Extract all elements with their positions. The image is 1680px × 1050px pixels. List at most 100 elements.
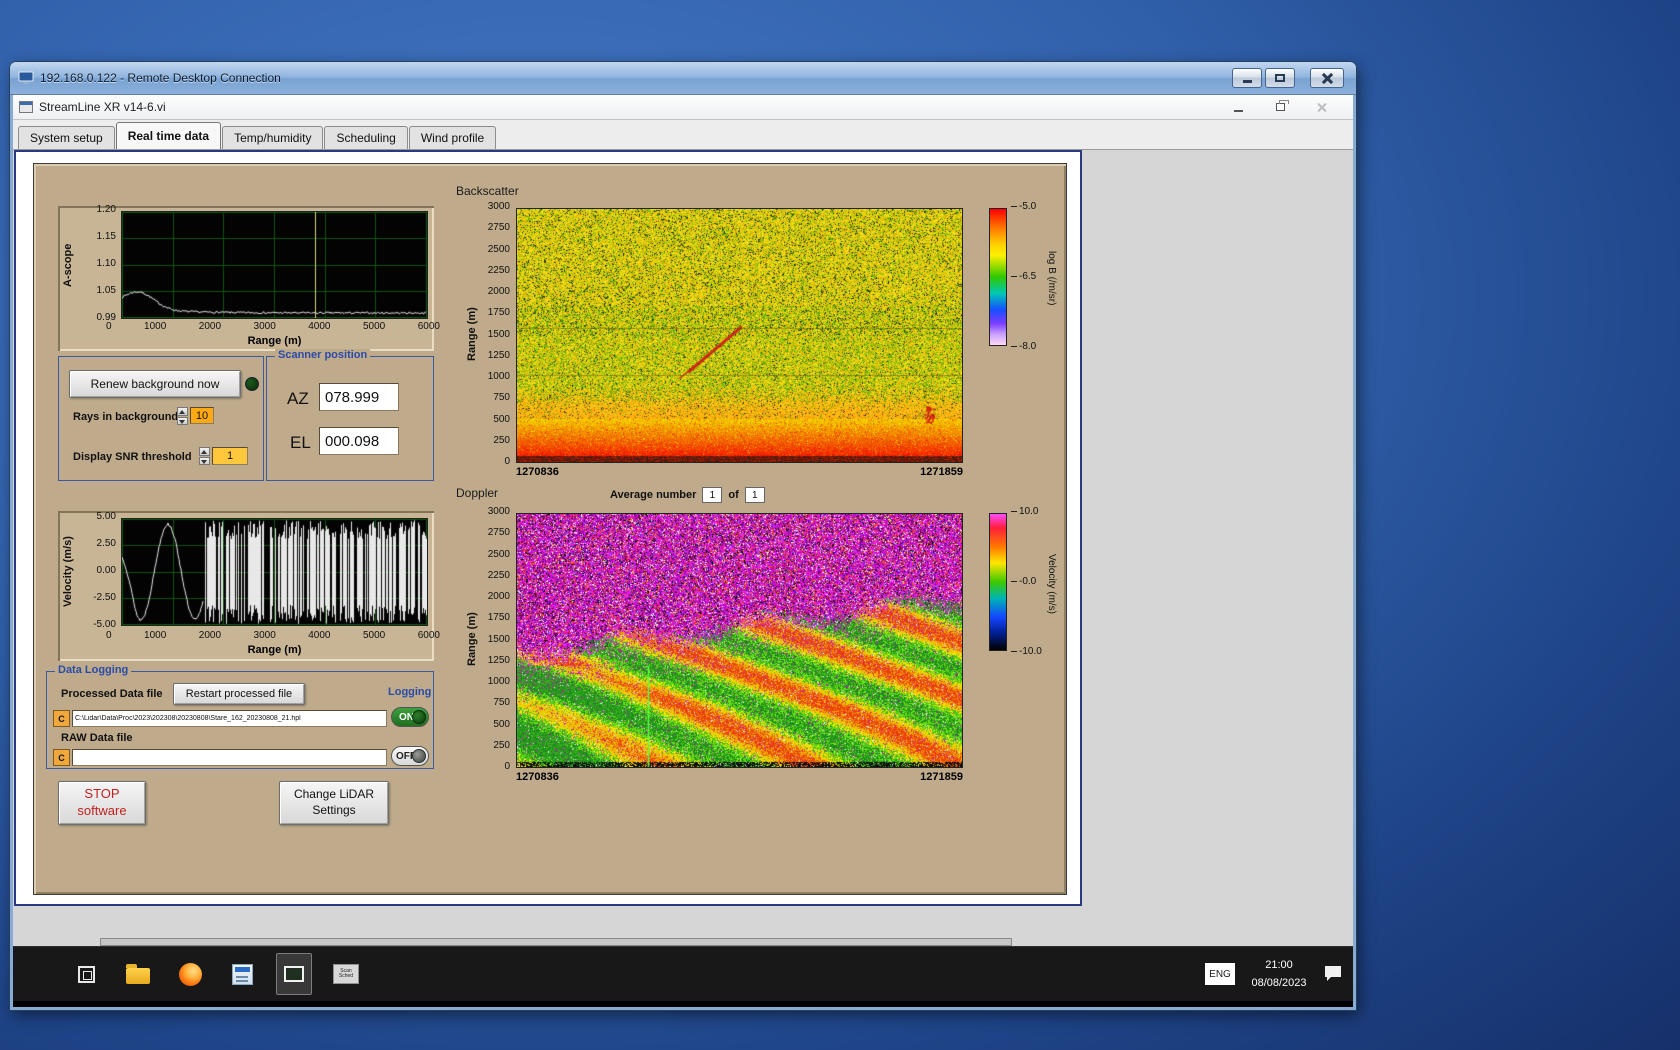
tick-label: 5.00 — [96, 511, 116, 522]
tick-label: 1000 — [144, 321, 167, 332]
drive-icon[interactable]: C — [53, 749, 70, 766]
firefox-icon[interactable] — [172, 953, 208, 995]
tick-label: 10.0 — [1011, 507, 1042, 517]
azimuth-field[interactable] — [319, 383, 399, 411]
backscatter-colorbar — [989, 208, 1007, 346]
ascope-x-axis-label: Range (m) — [247, 335, 302, 347]
app-close-button[interactable] — [1311, 99, 1333, 115]
tab-real-time-data[interactable]: Real time data — [115, 122, 222, 149]
front-panel: A-scope 1.20 1.15 1.10 1.05 0.99 0 1000 2000 30… — [33, 163, 1067, 895]
rays-in-background-field[interactable] — [190, 407, 214, 424]
snr-spinner[interactable] — [199, 447, 210, 465]
renew-background-button[interactable]: Renew background now — [69, 370, 241, 398]
elevation-field[interactable] — [319, 427, 399, 455]
increment-icon[interactable] — [199, 447, 210, 456]
tick-label: 4000 — [308, 321, 331, 332]
doppler-title: Doppler — [456, 486, 499, 500]
tab-system-setup[interactable]: System setup — [18, 126, 115, 149]
tick-label: -8.0 — [1011, 342, 1036, 352]
language-indicator[interactable]: ENG — [1205, 963, 1235, 985]
tick-label: 0 — [106, 321, 112, 332]
doppler-colorbar — [989, 513, 1007, 651]
app-icon — [19, 101, 33, 113]
ascope-y-axis-label: A-scope — [62, 243, 74, 287]
drive-icon[interactable]: C — [53, 710, 70, 727]
scanner-position-title: Scanner position — [275, 349, 371, 361]
app-icon-blue[interactable] — [224, 953, 260, 995]
tick-label: 500 — [493, 718, 510, 730]
scan-scheduler-icon[interactable]: Scan Sched — [328, 953, 364, 995]
tick-label: 1000 — [487, 371, 510, 382]
tick-label: -5.00 — [93, 619, 116, 630]
decrement-icon[interactable] — [177, 416, 188, 425]
rdp-minimize-button[interactable] — [1232, 68, 1262, 88]
app-restore-button[interactable] — [1269, 99, 1291, 115]
velocity-y-axis-label: Velocity (m/s) — [62, 536, 74, 608]
stop-software-button[interactable]: STOP software — [58, 781, 146, 825]
tab-wind-profile[interactable]: Wind profile — [408, 126, 497, 149]
chat-bubble-icon — [1325, 966, 1341, 981]
tick-label: 1500 — [487, 328, 510, 340]
minimize-icon — [1242, 80, 1252, 83]
tick-label: 5000 — [362, 630, 386, 641]
processed-logging-toggle[interactable]: ON — [391, 707, 429, 727]
tick-label: 0 — [106, 630, 112, 641]
rdp-titlebar[interactable]: 192.168.0.122 - Remote Desktop Connectio… — [10, 62, 1356, 95]
doppler-y-ticks: 3000 2750 2500 2250 2000 1750 1500 1250 1000 750 5… — [476, 507, 510, 772]
tick-label: 2750 — [487, 222, 510, 234]
tick-label: 0 — [504, 761, 510, 772]
app-window-title: StreamLine XR v14-6.vi — [39, 100, 166, 114]
decrement-icon[interactable] — [199, 456, 210, 465]
average-number-field[interactable]: 1 — [702, 487, 723, 503]
remote-desktop-screen: StreamLine XR v14-6.vi System setup Real … — [13, 95, 1353, 1007]
processed-file-path-field[interactable] — [72, 710, 387, 727]
app-window-glyph — [284, 966, 304, 982]
rdp-maximize-button[interactable] — [1265, 68, 1295, 88]
notification-icon[interactable] — [1323, 964, 1343, 987]
change-lidar-settings-button[interactable]: Change LiDAR Settings — [279, 781, 389, 825]
toggle-knob — [412, 749, 426, 763]
tick-label: 2250 — [487, 569, 510, 581]
background-controls-group: Renew background now Rays in background … — [58, 356, 264, 481]
task-view-icon[interactable] — [68, 953, 104, 995]
backscatter-title: Backscatter — [456, 184, 519, 198]
tick-label: 3000 — [253, 321, 276, 332]
doppler-colorbar-label: Velocity (m/s) — [1046, 553, 1057, 614]
raw-file-path-field[interactable] — [72, 749, 387, 766]
tick-label: 250 — [493, 434, 510, 446]
tick-label: 6000 — [417, 321, 440, 332]
tick-label: 1250 — [487, 654, 510, 666]
tick-label: 1000 — [487, 676, 510, 687]
tick-label: 750 — [493, 392, 510, 404]
taskbar-clock[interactable]: 21:00 08/08/2023 — [1243, 957, 1315, 992]
raw-logging-toggle[interactable]: OFF — [391, 746, 429, 766]
restore-icon — [1275, 100, 1289, 111]
tick-label: 2500 — [487, 548, 510, 560]
increment-icon[interactable] — [177, 407, 188, 416]
restart-processed-file-button[interactable]: Restart processed file — [173, 683, 305, 705]
average-total-field[interactable]: 1 — [744, 487, 765, 503]
background-led-indicator — [245, 377, 259, 391]
snr-threshold-field[interactable] — [212, 447, 248, 465]
app-titlebar[interactable]: StreamLine XR v14-6.vi — [13, 95, 1353, 120]
tick-label: 500 — [493, 413, 510, 425]
backscatter-x-start: 1270836 — [516, 466, 559, 478]
tab-scheduling[interactable]: Scheduling — [324, 126, 408, 149]
ascope-plot-frame: A-scope 1.20 1.15 1.10 1.05 0.99 0 1000 2000 30… — [58, 205, 440, 351]
rdp-window-controls — [1232, 68, 1344, 88]
screen-edge — [13, 1001, 1353, 1007]
tab-temp-humidity[interactable]: Temp/humidity — [222, 126, 324, 149]
rays-spinner[interactable] — [177, 407, 188, 425]
horizontal-scrollbar[interactable] — [100, 938, 1012, 946]
app-minimize-button[interactable] — [1227, 99, 1249, 115]
ascope-plot — [121, 211, 428, 319]
rdp-close-button[interactable] — [1310, 68, 1344, 88]
tick-label: 1.10 — [96, 258, 116, 269]
tick-label: 2.50 — [96, 538, 116, 549]
tick-label: 1000 — [144, 630, 167, 641]
streamline-app-icon[interactable] — [276, 953, 312, 995]
file-explorer-icon[interactable] — [120, 953, 156, 995]
app-window-controls — [1227, 99, 1333, 115]
tick-label: 1500 — [487, 633, 510, 645]
rays-in-background-label: Rays in background — [73, 411, 179, 423]
